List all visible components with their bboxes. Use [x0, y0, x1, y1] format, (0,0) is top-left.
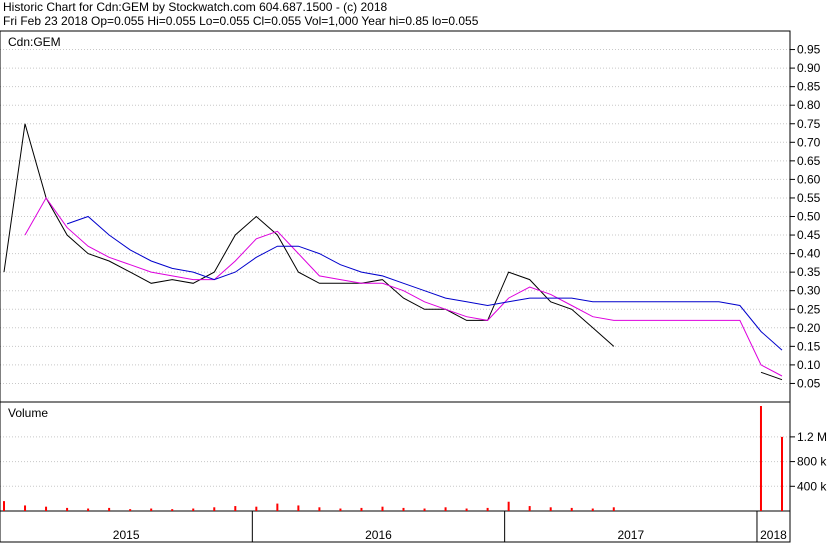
price-tick-label: 0.20 — [797, 321, 821, 335]
price-series — [3, 123, 783, 381]
volume-tick-label: 800 k — [797, 455, 827, 469]
price-series-line — [66, 215, 783, 351]
price-series-line — [24, 196, 783, 377]
price-tick-label: 0.05 — [797, 376, 821, 390]
price-tick-label: 0.25 — [797, 302, 821, 316]
price-tick-label: 0.50 — [797, 210, 821, 224]
ticker-label: Cdn:GEM — [8, 35, 61, 49]
price-tick-label: 0.75 — [797, 117, 821, 131]
volume-bars — [3, 406, 783, 511]
year-label: 2017 — [617, 528, 644, 542]
year-label: 2018 — [760, 528, 787, 542]
price-tick-label: 0.30 — [797, 284, 821, 298]
price-tick-label: 0.35 — [797, 265, 821, 279]
price-series-line — [3, 123, 783, 381]
year-label: 2016 — [365, 528, 392, 542]
price-tick-label: 0.85 — [797, 80, 821, 94]
price-tick-label: 0.70 — [797, 135, 821, 149]
price-tick-label: 0.15 — [797, 339, 821, 353]
x-axis-labels: 2015 2016 2017 2018 — [0, 511, 787, 542]
volume-tick-label: 400 k — [797, 479, 827, 493]
year-label: 2015 — [113, 528, 140, 542]
price-tick-label: 0.80 — [797, 98, 821, 112]
price-tick-label: 0.55 — [797, 191, 821, 205]
volume-tick-label: 1.2 M — [797, 430, 827, 444]
price-panel-frame — [0, 30, 791, 403]
volume-label: Volume — [8, 406, 48, 420]
volume-axis: 1.2 M 800 k 400 k — [790, 430, 827, 493]
price-tick-label: 0.40 — [797, 247, 821, 261]
price-tick-label: 0.45 — [797, 228, 821, 242]
chart-canvas: Cdn:GEM Volume 0.950.900.850.800.750.700… — [0, 30, 827, 543]
price-axis: 0.95 0.90 0.85 0.80 0.75 0.70 0.65 0.60 0.55 0.50… — [790, 43, 821, 390]
price-grid — [0, 49, 790, 384]
volume-grid — [0, 436, 790, 487]
price-tick-label: 0.10 — [797, 358, 821, 372]
price-tick-label: 0.95 — [797, 43, 821, 57]
price-tick-label: 0.60 — [797, 172, 821, 186]
price-tick-label: 0.90 — [797, 61, 821, 75]
price-tick-label: 0.65 — [797, 154, 821, 168]
volume-panel-frame — [0, 401, 791, 512]
